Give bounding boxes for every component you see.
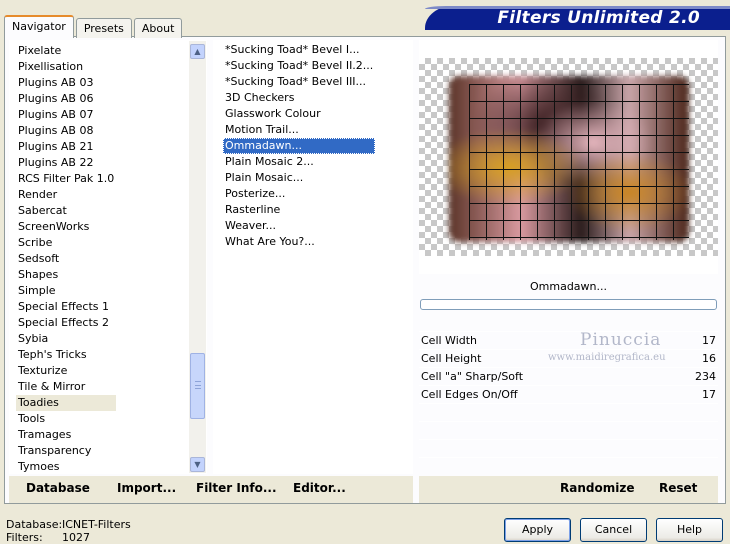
database-label: Database: [26, 481, 90, 495]
category-item[interactable]: Pixellisation: [16, 59, 116, 75]
scroll-down-button[interactable]: ▼: [190, 457, 205, 472]
filter-list[interactable]: *Sucking Toad* Bevel I... *Sucking Toad* …: [213, 40, 413, 474]
category-list[interactable]: Pixelate Pixellisation Plugins AB 03 Plugin…: [9, 40, 207, 474]
watermark-url: www.maidiregrafica.eu: [548, 352, 666, 363]
category-item[interactable]: Plugins AB 03: [16, 75, 116, 91]
tab-about[interactable]: About: [133, 18, 183, 38]
status-database-label: Database:: [6, 518, 63, 531]
filter-item[interactable]: Rasterline: [223, 202, 375, 218]
param-label: Cell Width: [421, 334, 478, 347]
preview-grid: [469, 84, 689, 240]
category-item[interactable]: Plugins AB 21: [16, 139, 116, 155]
category-item[interactable]: RCS Filter Pak 1.0: [16, 171, 116, 187]
category-item[interactable]: Texturize: [16, 363, 116, 379]
preview-canvas: [419, 58, 718, 256]
category-item[interactable]: Tramages: [16, 427, 116, 443]
status-database-value: ICNET-Filters: [62, 518, 131, 531]
category-item[interactable]: Sybia: [16, 331, 116, 347]
filter-item[interactable]: *Sucking Toad* Bevel II.2...: [223, 58, 375, 74]
filter-item[interactable]: What Are You?...: [223, 234, 375, 250]
category-scrollbar[interactable]: ▲ ▼: [189, 41, 206, 473]
param-row-empty: [419, 439, 718, 456]
filter-item[interactable]: Weaver...: [223, 218, 375, 234]
category-item[interactable]: Special Effects 1: [16, 299, 116, 315]
randomize-button[interactable]: Randomize: [560, 481, 634, 495]
param-label: Cell Edges On/Off: [421, 388, 518, 401]
category-item[interactable]: Tymoes: [16, 459, 116, 475]
filter-items: *Sucking Toad* Bevel I... *Sucking Toad* …: [223, 42, 376, 250]
database-button[interactable]: Database: [26, 481, 90, 495]
filter-item[interactable]: 3D Checkers: [223, 90, 375, 106]
scroll-up-button[interactable]: ▲: [190, 44, 205, 59]
param-label: Cell Height: [421, 352, 482, 365]
tab-strip: Navigator Presets About: [4, 14, 184, 38]
category-item[interactable]: Pixelate: [16, 43, 116, 59]
param-row[interactable]: Cell Width 17: [419, 331, 718, 348]
category-item[interactable]: Transparency: [16, 443, 116, 459]
watermark-name: Pinuccia: [580, 330, 662, 350]
category-item[interactable]: Render: [16, 187, 116, 203]
param-row[interactable]: Cell "a" Sharp/Soft 234: [419, 367, 718, 384]
import-button[interactable]: Import...: [117, 481, 176, 495]
param-value[interactable]: 16: [702, 350, 716, 367]
grip-icon: [195, 381, 201, 389]
status-filters-value: 1027: [62, 531, 90, 544]
filter-info-label: Filter Info...: [196, 481, 277, 495]
filter-item[interactable]: Motion Trail...: [223, 122, 375, 138]
tab-navigator[interactable]: Navigator: [4, 15, 74, 38]
status-area: Database: ICNET-Filters Filters: 1027: [6, 518, 131, 544]
reset-button[interactable]: Reset: [659, 481, 697, 495]
editor-label: Editor...: [293, 481, 346, 495]
category-item[interactable]: Plugins AB 22: [16, 155, 116, 171]
category-item[interactable]: Teph's Tricks: [16, 347, 116, 363]
title-banner: Filters Unlimited 2.0: [425, 6, 730, 30]
category-item[interactable]: Tools: [16, 411, 116, 427]
status-filters-label: Filters:: [6, 531, 43, 544]
param-label: Cell "a" Sharp/Soft: [421, 370, 524, 383]
progress-bar: [420, 299, 717, 310]
param-row-empty: [419, 403, 718, 420]
filter-item[interactable]: Ommadawn...: [223, 138, 376, 154]
category-item[interactable]: Plugins AB 08: [16, 123, 116, 139]
category-item[interactable]: ScreenWorks: [16, 219, 116, 235]
left-button-bar: Database Import... Filter Info... Editor…: [9, 476, 413, 503]
param-value[interactable]: 234: [695, 368, 716, 385]
filter-item[interactable]: Posterize...: [223, 186, 375, 202]
category-items: Pixelate Pixellisation Plugins AB 03 Plugin…: [16, 43, 117, 475]
app-title: Filters Unlimited 2.0: [497, 8, 700, 28]
category-item[interactable]: Shapes: [16, 267, 116, 283]
filter-item[interactable]: *Sucking Toad* Bevel III...: [223, 74, 375, 90]
help-button[interactable]: Help: [656, 518, 723, 542]
filter-info-button[interactable]: Filter Info...: [196, 481, 277, 495]
category-item[interactable]: Special Effects 2: [16, 315, 116, 331]
right-button-bar: Randomize Reset: [419, 476, 718, 503]
category-item[interactable]: Plugins AB 06: [16, 91, 116, 107]
import-label: Import...: [117, 481, 177, 495]
editor-button[interactable]: Editor...: [293, 481, 346, 495]
filter-item[interactable]: *Sucking Toad* Bevel I...: [223, 42, 375, 58]
preview-filter-name: Ommadawn...: [529, 280, 607, 293]
category-item[interactable]: Simple: [16, 283, 116, 299]
scroll-thumb[interactable]: [190, 353, 205, 419]
param-row-empty: [419, 421, 718, 438]
category-item[interactable]: Sedsoft: [16, 251, 116, 267]
category-item[interactable]: Scribe: [16, 235, 116, 251]
apply-button[interactable]: Apply: [504, 518, 571, 542]
category-item[interactable]: Plugins AB 07: [16, 107, 116, 123]
filter-item[interactable]: Glasswork Colour: [223, 106, 375, 122]
param-value[interactable]: 17: [702, 386, 716, 403]
category-item[interactable]: Sabercat: [16, 203, 116, 219]
param-row[interactable]: Cell Edges On/Off 17: [419, 385, 718, 402]
filter-item[interactable]: Plain Mosaic...: [223, 170, 375, 186]
param-value[interactable]: 17: [702, 332, 716, 349]
preview-pane: [419, 40, 718, 274]
category-item[interactable]: Toadies: [16, 395, 117, 411]
tab-presets[interactable]: Presets: [75, 18, 132, 38]
param-row-empty: [419, 457, 718, 474]
category-item[interactable]: Tile & Mirror: [16, 379, 116, 395]
filter-item[interactable]: Plain Mosaic 2...: [223, 154, 375, 170]
parameter-list: Cell Width 17 Cell Height 16 Cell "a" Sh…: [419, 314, 718, 474]
cancel-button[interactable]: Cancel: [580, 518, 647, 542]
